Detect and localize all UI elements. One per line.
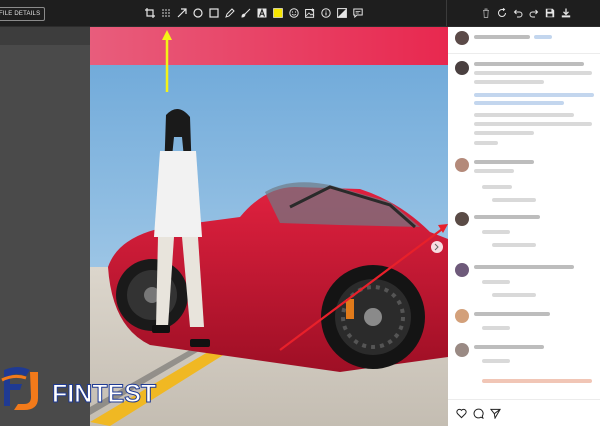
annotation-layer	[162, 30, 448, 351]
fintest-logo: FINTEST	[0, 364, 180, 418]
yellow-arrow	[162, 30, 172, 92]
red-arrow	[279, 224, 448, 351]
logo-text: FINTEST	[52, 380, 156, 408]
